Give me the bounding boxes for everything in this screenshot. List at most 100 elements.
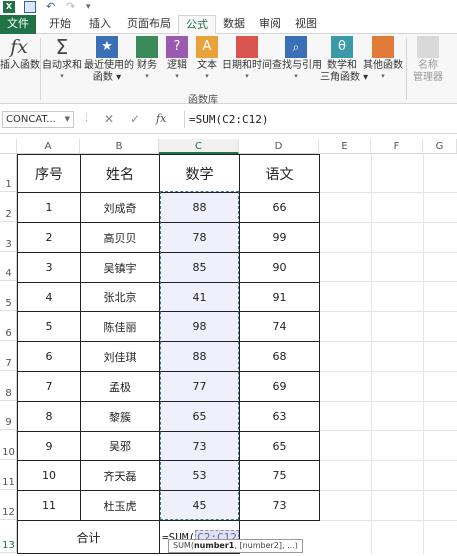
- cell-seq[interactable]: 9: [17, 431, 81, 461]
- cell-math[interactable]: 88: [159, 192, 240, 223]
- cell-math[interactable]: 77: [159, 371, 240, 402]
- cell-math[interactable]: 88: [159, 341, 240, 372]
- cell-math[interactable]: 41: [159, 282, 240, 312]
- chevron-down-icon[interactable]: ▼: [65, 112, 70, 127]
- total-label-cell[interactable]: 合计: [17, 520, 160, 554]
- cancel-icon[interactable]: ✕: [104, 112, 114, 126]
- header-cell-name[interactable]: 姓名: [80, 154, 160, 193]
- row-header-12[interactable]: 12: [0, 490, 17, 520]
- row-header-7[interactable]: 7: [0, 341, 17, 371]
- name-box[interactable]: CONCAT... ▼: [2, 111, 74, 128]
- cell-name[interactable]: 吴邪: [80, 431, 160, 461]
- cell-math[interactable]: 53: [159, 460, 240, 491]
- date-time-button[interactable]: 日期和时间 ▾: [222, 36, 272, 80]
- tab-file[interactable]: 文件: [0, 15, 36, 34]
- header-cell-seq[interactable]: 序号: [17, 154, 81, 193]
- column-header-c[interactable]: C: [159, 139, 239, 154]
- cell-math[interactable]: 45: [159, 490, 240, 521]
- column-header-e[interactable]: E: [319, 139, 371, 154]
- cell-seq[interactable]: 8: [17, 401, 81, 432]
- cell-chinese[interactable]: 73: [239, 490, 320, 521]
- tab-data[interactable]: 数据: [218, 15, 250, 34]
- cell-math[interactable]: 85: [159, 252, 240, 283]
- cell-chinese[interactable]: 68: [239, 341, 320, 372]
- cell-seq[interactable]: 1: [17, 192, 81, 223]
- cell-chinese[interactable]: 63: [239, 401, 320, 432]
- tab-review[interactable]: 审阅: [254, 15, 286, 34]
- customize-toolbar-icon[interactable]: ▾: [86, 1, 98, 13]
- tab-formulas[interactable]: 公式: [178, 15, 216, 35]
- formula-bar-grip[interactable]: ⋮: [82, 113, 91, 123]
- column-header-d[interactable]: D: [239, 139, 319, 154]
- cell-chinese[interactable]: 99: [239, 222, 320, 253]
- header-cell-chinese[interactable]: 语文: [239, 154, 320, 193]
- row-header-8[interactable]: 8: [0, 371, 17, 401]
- enter-icon[interactable]: ✓: [130, 112, 140, 126]
- cell-chinese[interactable]: 90: [239, 252, 320, 283]
- cell-seq[interactable]: 10: [17, 460, 81, 491]
- cell-name[interactable]: 高贝贝: [80, 222, 160, 253]
- cell-chinese[interactable]: 75: [239, 460, 320, 491]
- column-header-g[interactable]: G: [423, 139, 457, 154]
- formula-input[interactable]: =SUM(C2:C12): [184, 111, 457, 128]
- cell-seq[interactable]: 5: [17, 311, 81, 342]
- row-header-10[interactable]: 10: [0, 430, 17, 460]
- autosum-button[interactable]: Σ 自动求和 ▾: [42, 36, 82, 80]
- cell-seq[interactable]: 3: [17, 252, 81, 283]
- math-trig-button[interactable]: θ 数学和 三角函数 ▾: [320, 36, 368, 84]
- row-header-1[interactable]: 1: [0, 154, 17, 192]
- more-functions-button[interactable]: 其他函数 ▾: [362, 36, 404, 80]
- cell-name[interactable]: 刘佳琪: [80, 341, 160, 372]
- financial-button[interactable]: 财务 ▾: [134, 36, 160, 80]
- cell-seq[interactable]: 11: [17, 490, 81, 521]
- tooltip-arg-current[interactable]: number1: [194, 541, 234, 550]
- cell-seq[interactable]: 2: [17, 222, 81, 253]
- tab-home[interactable]: 开始: [42, 15, 78, 34]
- worksheet-grid[interactable]: A B C D E F G 1 2 3 4 5 6 7 8 9 10 11 12…: [0, 134, 457, 556]
- cell-math[interactable]: 78: [159, 222, 240, 253]
- undo-icon[interactable]: ↶: [46, 1, 58, 13]
- cell-name[interactable]: 张北京: [80, 282, 160, 312]
- redo-icon[interactable]: ↷: [66, 1, 78, 13]
- cell-name[interactable]: 陈佳丽: [80, 311, 160, 342]
- cell-math[interactable]: 73: [159, 431, 240, 461]
- row-header-2[interactable]: 2: [0, 192, 17, 222]
- row-header-13[interactable]: 13: [0, 520, 17, 553]
- lookup-reference-button[interactable]: ⌕ 查找与引用 ▾: [272, 36, 322, 80]
- cell-seq[interactable]: 6: [17, 341, 81, 372]
- save-icon[interactable]: [24, 1, 36, 13]
- cell-name[interactable]: 杜玉虎: [80, 490, 160, 521]
- select-all-corner[interactable]: [0, 139, 17, 154]
- logical-button[interactable]: ? 逻辑 ▾: [164, 36, 190, 80]
- row-header-4[interactable]: 4: [0, 252, 17, 281]
- row-header-3[interactable]: 3: [0, 222, 17, 252]
- cell-chinese[interactable]: 66: [239, 192, 320, 223]
- column-header-f[interactable]: F: [371, 139, 423, 154]
- cell-name[interactable]: 孟极: [80, 371, 160, 402]
- cell-name[interactable]: 黎簇: [80, 401, 160, 432]
- cell-seq[interactable]: 7: [17, 371, 81, 402]
- cell-chinese[interactable]: 74: [239, 311, 320, 342]
- tab-page-layout[interactable]: 页面布局: [122, 15, 176, 34]
- recent-functions-button[interactable]: ★ 最近使用的 函数 ▾: [84, 36, 134, 84]
- column-header-a[interactable]: A: [17, 139, 80, 154]
- row-header-9[interactable]: 9: [0, 401, 17, 430]
- text-button[interactable]: A 文本 ▾: [194, 36, 220, 80]
- cell-name[interactable]: 吴镇宇: [80, 252, 160, 283]
- header-cell-math[interactable]: 数学: [159, 154, 240, 193]
- cell-name[interactable]: 刘成奇: [80, 192, 160, 223]
- cell-name[interactable]: 齐天磊: [80, 460, 160, 491]
- column-header-b[interactable]: B: [80, 139, 159, 154]
- tab-insert[interactable]: 插入: [82, 15, 118, 34]
- insert-function-button[interactable]: fx 插入函数: [0, 36, 40, 72]
- cell-seq[interactable]: 4: [17, 282, 81, 312]
- cell-math[interactable]: 65: [159, 401, 240, 432]
- row-header-6[interactable]: 6: [0, 311, 17, 341]
- cell-math[interactable]: 98: [159, 311, 240, 342]
- row-header-5[interactable]: 5: [0, 281, 17, 311]
- cell-chinese[interactable]: 69: [239, 371, 320, 402]
- cell-chinese[interactable]: 65: [239, 431, 320, 461]
- row-header-11[interactable]: 11: [0, 460, 17, 490]
- name-manager-button[interactable]: 名称 管理器: [408, 36, 448, 84]
- tab-view[interactable]: 视图: [290, 15, 322, 34]
